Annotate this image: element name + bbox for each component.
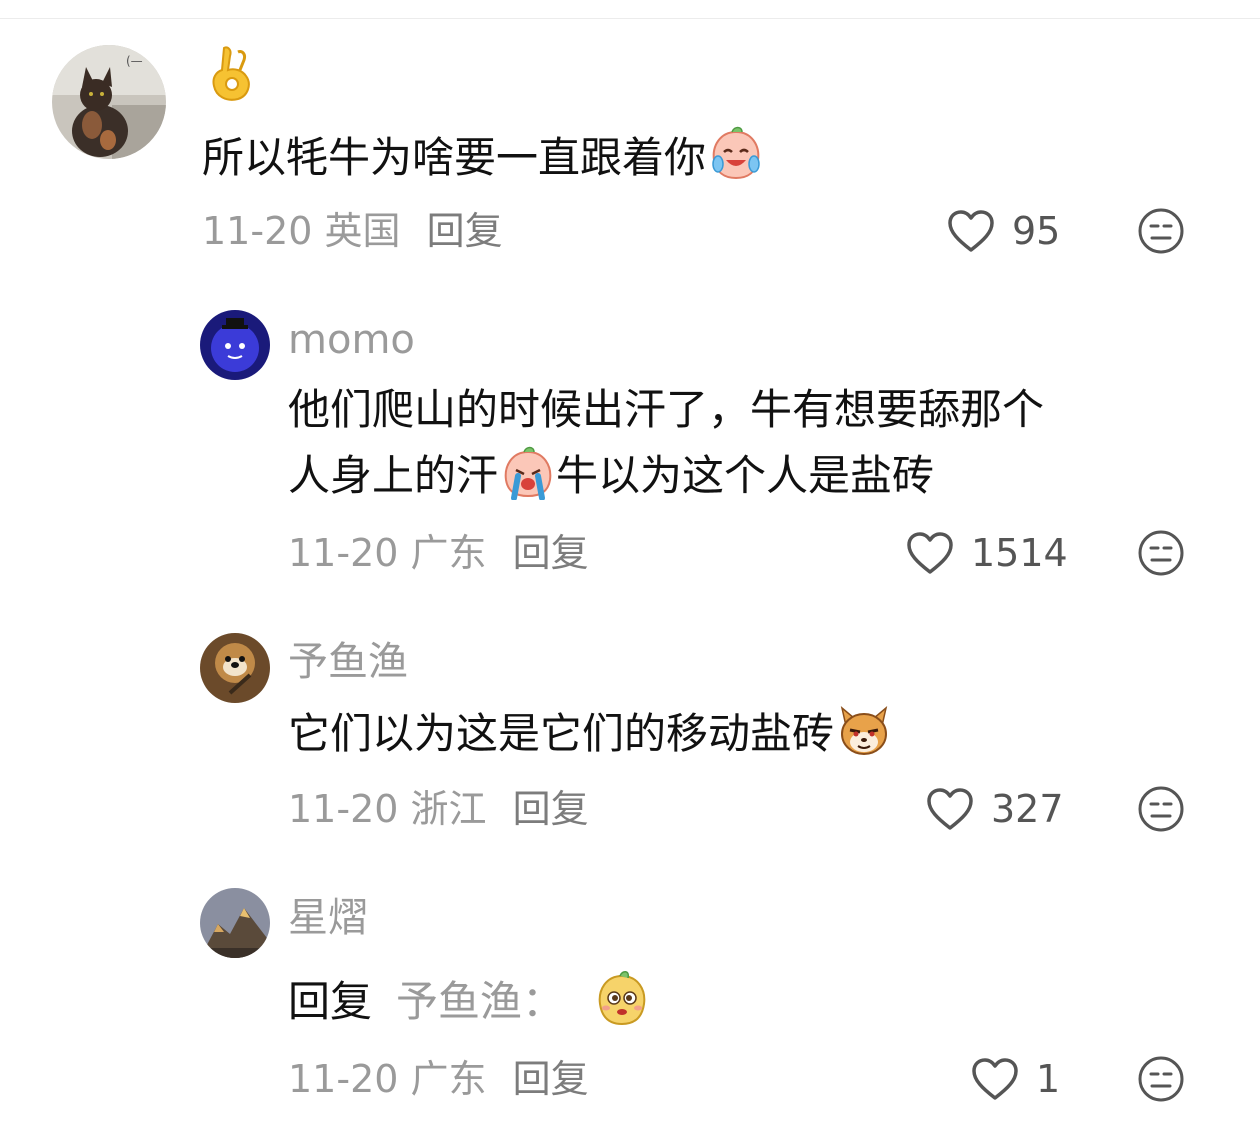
heart-icon bbox=[927, 788, 973, 830]
top-divider bbox=[0, 18, 1260, 19]
comment-text: 所以牦牛为啥要一直跟着你 bbox=[202, 126, 764, 190]
dislike-button[interactable] bbox=[1137, 207, 1185, 255]
blue-creature-avatar-image bbox=[200, 310, 270, 380]
smirking-shiba-emoji bbox=[836, 702, 892, 758]
comment-meta: 11-20 英国 回复 bbox=[202, 208, 503, 254]
crying-peach-emoji bbox=[500, 444, 556, 500]
reply-location: 浙江 bbox=[410, 787, 487, 831]
reply-date: 11-20 bbox=[288, 787, 399, 831]
dog-avatar-image bbox=[200, 633, 270, 703]
reply-location: 广东 bbox=[410, 1057, 487, 1101]
cute-bean-emoji bbox=[594, 970, 650, 1026]
reply-prefix: 回复 bbox=[288, 977, 373, 1026]
avatar[interactable] bbox=[200, 310, 270, 380]
meh-face-icon bbox=[1138, 208, 1184, 254]
comment-location: 英国 bbox=[324, 209, 401, 253]
username[interactable]: 星熠 bbox=[288, 894, 368, 942]
reply-target-user[interactable]: 予鱼渔： bbox=[396, 977, 564, 1026]
reply-date: 11-20 bbox=[288, 1057, 399, 1101]
like-count: 95 bbox=[1012, 209, 1061, 253]
reply-button[interactable]: 回复 bbox=[427, 209, 503, 253]
like-count: 1 bbox=[1036, 1057, 1061, 1101]
like-button[interactable]: 327 bbox=[925, 784, 1064, 834]
reply-location: 广东 bbox=[410, 531, 487, 575]
reply-button[interactable]: 回复 bbox=[513, 531, 589, 575]
like-count: 327 bbox=[991, 787, 1064, 831]
reply-text-content: 人身上的汗 bbox=[288, 451, 499, 500]
heart-icon bbox=[907, 532, 953, 574]
heart-icon bbox=[972, 1058, 1018, 1100]
username[interactable]: 予鱼渔 bbox=[288, 638, 408, 686]
reply-text-content: 牛以为这个人是盐砖 bbox=[556, 451, 935, 500]
reply-text: 回复 予鱼渔： bbox=[288, 970, 650, 1034]
dislike-button[interactable] bbox=[1137, 785, 1185, 833]
like-button[interactable]: 95 bbox=[946, 206, 1060, 256]
comment-date: 11-20 bbox=[202, 209, 313, 253]
svg-text:(—: (— bbox=[126, 54, 143, 68]
reply-meta: 11-20 广东 回复 bbox=[288, 1056, 589, 1102]
reply-text-content: 他们爬山的时候出汗了，牛有想要舔那个 bbox=[288, 385, 1045, 434]
ok-hand-emoji bbox=[204, 44, 258, 102]
reply-text-content: 它们以为这是它们的移动盐砖 bbox=[288, 709, 835, 758]
meh-face-icon bbox=[1138, 530, 1184, 576]
dislike-button[interactable] bbox=[1137, 529, 1185, 577]
reply-meta: 11-20 浙江 回复 bbox=[288, 786, 589, 832]
avatar[interactable] bbox=[200, 888, 270, 958]
mountain-avatar-image bbox=[200, 888, 270, 958]
reply-text-line-1: 他们爬山的时候出汗了，牛有想要舔那个 bbox=[288, 378, 1044, 442]
cat-avatar-image: (— bbox=[52, 45, 166, 159]
reply-button[interactable]: 回复 bbox=[513, 1057, 589, 1101]
avatar[interactable] bbox=[200, 633, 270, 703]
comment-text-content: 所以牦牛为啥要一直跟着你 bbox=[202, 133, 707, 182]
reply-text-line-2: 人身上的汗 牛以为这个人是盐砖 bbox=[288, 444, 934, 508]
heart-icon bbox=[948, 210, 994, 252]
dislike-button[interactable] bbox=[1137, 1055, 1185, 1103]
avatar[interactable]: (— bbox=[52, 45, 166, 159]
reply-button[interactable]: 回复 bbox=[513, 787, 589, 831]
reply-date: 11-20 bbox=[288, 531, 399, 575]
username[interactable]: momo bbox=[288, 316, 415, 364]
like-button[interactable]: 1514 bbox=[905, 528, 1068, 578]
meh-face-icon bbox=[1138, 1056, 1184, 1102]
meh-face-icon bbox=[1138, 786, 1184, 832]
crying-laughing-peach-emoji bbox=[708, 126, 764, 182]
like-button[interactable]: 1 bbox=[970, 1054, 1060, 1104]
reply-meta: 11-20 广东 回复 bbox=[288, 530, 589, 576]
like-count: 1514 bbox=[971, 531, 1068, 575]
reply-text: 它们以为这是它们的移动盐砖 bbox=[288, 702, 892, 766]
